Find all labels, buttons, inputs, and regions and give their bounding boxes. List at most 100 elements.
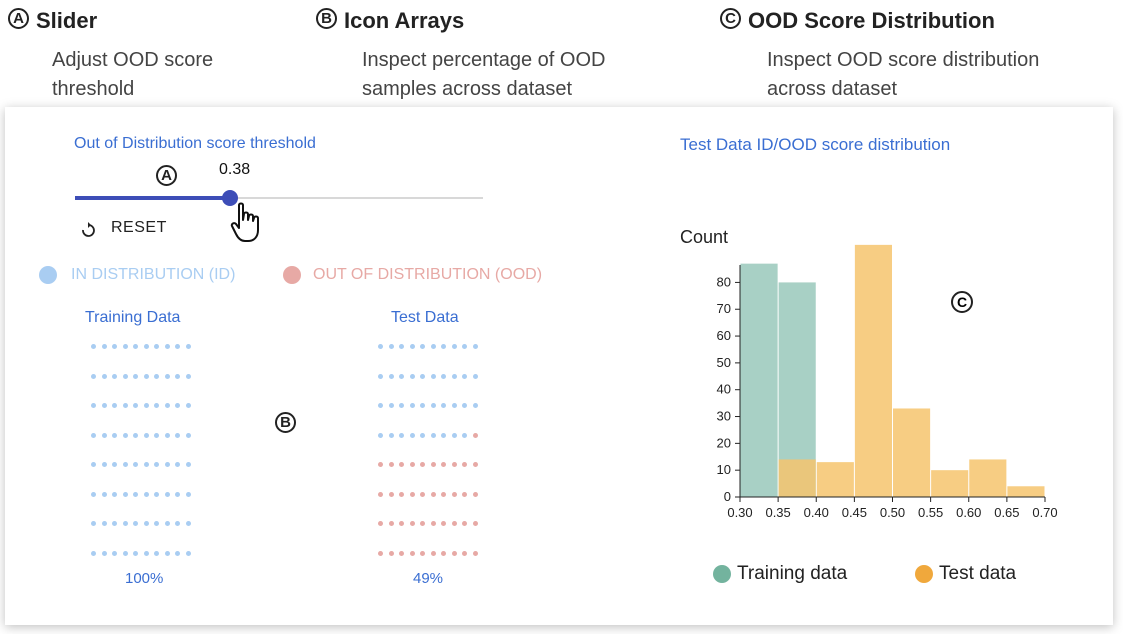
- id-sample-icon: [112, 462, 117, 467]
- svg-text:C: C: [957, 294, 967, 310]
- id-sample-icon: [101, 550, 107, 556]
- id-sample-icon: [388, 344, 394, 349]
- ood-sample-icon: [451, 521, 457, 526]
- id-sample-icon: [441, 432, 446, 438]
- id-sample-icon: [164, 373, 170, 379]
- ood-sample-icon: [441, 521, 446, 526]
- id-sample-icon: [399, 373, 404, 379]
- ood-sample-icon: [420, 550, 425, 556]
- y-tick-label: 80: [717, 274, 731, 289]
- id-sample-icon: [101, 373, 107, 379]
- header-desc-line: Adjust OOD score: [52, 49, 214, 71]
- ood-sample-icon: [409, 550, 415, 556]
- id-sample-icon: [164, 550, 170, 556]
- ood-sample-icon: [388, 550, 394, 556]
- slider-badge: A: [156, 165, 177, 186]
- id-sample-icon: [154, 462, 159, 467]
- id-sample-icon: [409, 403, 415, 408]
- id-sample-icon: [164, 521, 170, 526]
- id-sample-icon: [175, 403, 180, 408]
- id-sample-icon: [122, 491, 128, 497]
- header-slider: A Slider Adjust OOD score threshold: [8, 8, 308, 103]
- header-description: Adjust OOD score threshold: [52, 46, 213, 104]
- ood-sample-icon: [420, 491, 425, 497]
- id-sample-icon: [143, 462, 149, 467]
- id-sample-icon: [378, 403, 383, 408]
- id-sample-icon: [185, 403, 191, 408]
- id-sample-icon: [154, 521, 159, 526]
- id-sample-icon: [378, 432, 383, 438]
- y-tick-label: 20: [717, 435, 731, 450]
- y-tick-label: 10: [717, 462, 731, 477]
- ood-sample-icon: [388, 491, 394, 497]
- id-sample-icon: [133, 462, 138, 467]
- legend-test-label: Test data: [939, 563, 1017, 584]
- ood-sample-icon: [399, 521, 404, 526]
- id-sample-icon: [185, 550, 191, 556]
- id-sample-icon: [122, 432, 128, 438]
- ood-sample-icon: [378, 550, 383, 556]
- test-bar: [816, 462, 854, 497]
- id-sample-icon: [462, 344, 467, 349]
- id-sample-icon: [462, 373, 467, 379]
- x-tick-label: 0.45: [842, 505, 867, 520]
- x-tick-label: 0.60: [956, 505, 981, 520]
- id-sample-icon: [91, 550, 96, 556]
- id-sample-icon: [185, 432, 191, 438]
- ood-sample-icon: [430, 521, 436, 526]
- id-sample-icon: [420, 432, 425, 438]
- id-sample-icon: [122, 344, 128, 349]
- training-icon-array: [91, 344, 201, 556]
- test-bar: [893, 408, 931, 497]
- legend-test: Test data: [915, 562, 1075, 584]
- ood-sample-icon: [472, 462, 478, 467]
- id-sample-icon: [154, 344, 159, 349]
- id-sample-icon: [388, 373, 394, 379]
- ood-sample-icon: [462, 462, 467, 467]
- id-sample-icon: [441, 344, 446, 349]
- id-sample-icon: [91, 344, 96, 349]
- id-sample-icon: [143, 403, 149, 408]
- id-sample-icon: [164, 344, 170, 349]
- badge-c: C: [720, 8, 741, 29]
- y-tick-label: 70: [717, 301, 731, 316]
- histogram-chart: 0 10 20 30 40 50 60 70 80 0.30 0.35 0.40 0.45 0.50 0.5…: [680, 227, 1058, 520]
- header-icon-arrays: B Icon Arrays Inspect percentage of OOD …: [316, 8, 696, 103]
- id-sample-icon: [112, 521, 117, 526]
- id-sample-icon: [175, 432, 180, 438]
- ood-sample-icon: [399, 462, 404, 467]
- id-sample-icon: [441, 403, 446, 408]
- x-tick-label: 0.55: [918, 505, 943, 520]
- id-sample-icon: [143, 373, 149, 379]
- id-sample-icon: [185, 344, 191, 349]
- id-sample-icon: [409, 432, 415, 438]
- id-sample-icon: [122, 403, 128, 408]
- header-desc-line: Inspect percentage of OOD: [362, 49, 606, 71]
- ood-sample-icon: [451, 462, 457, 467]
- id-sample-icon: [185, 491, 191, 497]
- id-sample-icon: [164, 432, 170, 438]
- ood-sample-icon: [388, 462, 394, 467]
- id-sample-icon: [409, 344, 415, 349]
- id-sample-icon: [175, 462, 180, 467]
- id-sample-icon: [143, 550, 149, 556]
- test-bar: [778, 459, 816, 497]
- icon-array-badge: B: [275, 412, 296, 433]
- id-sample-icon: [133, 344, 138, 349]
- id-sample-icon: [472, 373, 478, 379]
- header-distribution: C OOD Score Distribution Inspect OOD sco…: [720, 8, 1120, 103]
- id-sample-icon: [164, 462, 170, 467]
- legend-training: Training data: [713, 562, 893, 584]
- id-sample-icon: [101, 344, 107, 349]
- test-percent: 49%: [413, 570, 444, 587]
- threshold-slider[interactable]: [75, 187, 485, 211]
- id-sample-icon: [185, 373, 191, 379]
- badge-b: B: [316, 8, 337, 29]
- id-sample-icon: [133, 491, 138, 497]
- test-bar: [969, 459, 1007, 497]
- id-sample-icon: [462, 403, 467, 408]
- test-legend-dot-icon: [915, 565, 933, 583]
- id-sample-icon: [472, 344, 478, 349]
- slider-track-fill: [75, 196, 231, 200]
- badge-a: A: [8, 8, 29, 29]
